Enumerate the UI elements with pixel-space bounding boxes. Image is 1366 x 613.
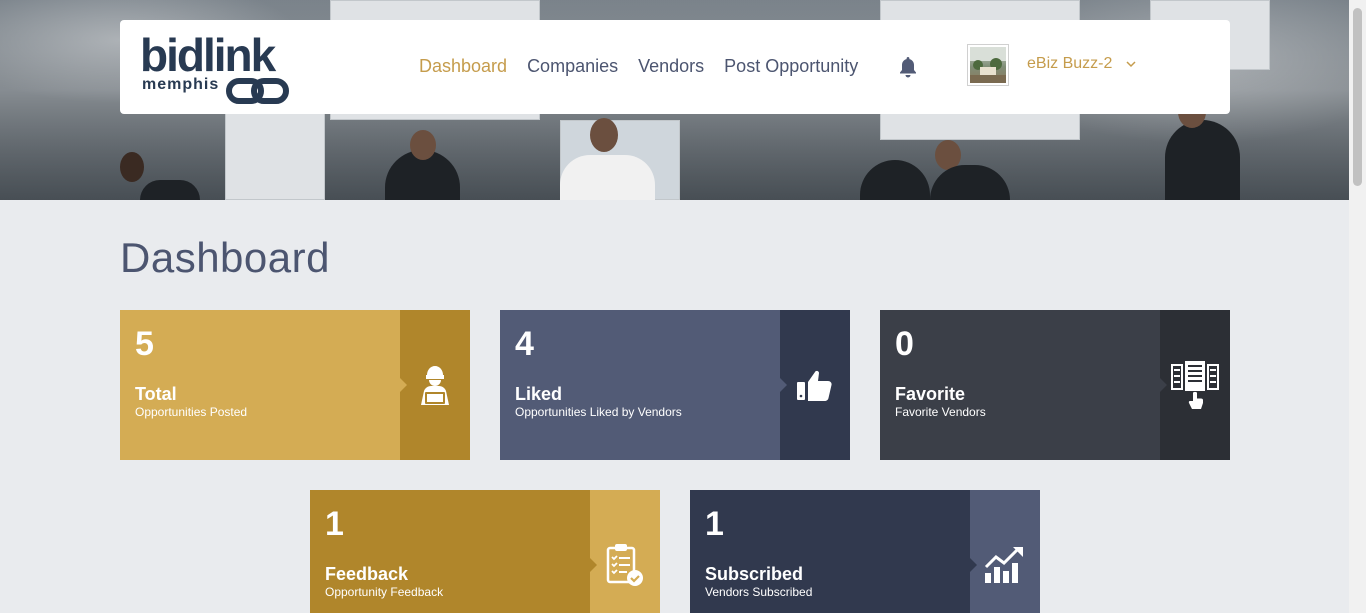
page-scrollbar[interactable] [1349, 0, 1366, 613]
stat-card-liked[interactable]: 4 Liked Opportunities Liked by Vendors [500, 310, 850, 460]
stat-card-feedback[interactable]: 1 Feedback Opportunity Feedback [310, 490, 660, 613]
stat-value: 5 [135, 325, 154, 363]
growth-chart-icon [984, 547, 1023, 583]
avatar[interactable] [967, 44, 1009, 86]
stat-label: Favorite [895, 384, 966, 404]
vendor-select-icon [1171, 361, 1219, 409]
stat-description: Opportunities Posted [135, 405, 248, 419]
user-laptop-icon [421, 366, 449, 405]
site-header: bidlink memphis Dashboard Companies Vend… [120, 20, 1230, 114]
stat-label: Liked [515, 384, 563, 404]
user-name[interactable]: eBiz Buzz-2 [1027, 54, 1112, 74]
stat-description: Opportunity Feedback [325, 585, 444, 599]
logo-subtitle: memphis [142, 76, 220, 93]
stat-card-subscribed[interactable]: 1 Subscribed Vendors Subscribed [690, 490, 1040, 613]
stat-description: Vendors Subscribed [705, 585, 813, 599]
chevron-down-icon[interactable] [1124, 57, 1138, 71]
stat-value: 1 [705, 505, 724, 543]
main-nav: Dashboard Companies Vendors Post Opportu… [419, 54, 858, 78]
clipboard-check-icon [606, 544, 643, 586]
nav-companies[interactable]: Companies [527, 54, 618, 78]
stat-label: Total [135, 384, 177, 404]
chain-link-icon [226, 78, 289, 104]
thumbs-up-icon [797, 370, 832, 401]
bell-icon[interactable] [898, 56, 918, 78]
nav-dashboard[interactable]: Dashboard [419, 54, 507, 78]
stat-description: Opportunities Liked by Vendors [515, 405, 682, 419]
stat-value: 4 [515, 325, 534, 363]
bidlink-logo[interactable]: bidlink memphis [140, 32, 290, 104]
nav-vendors[interactable]: Vendors [638, 54, 704, 78]
page-title: Dashboard [120, 234, 330, 281]
stat-value: 1 [325, 505, 344, 543]
nav-post-opportunity[interactable]: Post Opportunity [724, 54, 858, 78]
stat-description: Favorite Vendors [895, 405, 986, 419]
logo-wordmark: bidlink [140, 29, 276, 81]
stat-label: Subscribed [705, 564, 804, 584]
scrollbar-thumb[interactable] [1353, 8, 1362, 186]
stat-label: Feedback [325, 564, 409, 584]
stat-value: 0 [895, 325, 914, 363]
stat-card-favorite[interactable]: 0 Favorite Favorite Vendors [880, 310, 1230, 460]
stat-card-total[interactable]: 5 Total Opportunities Posted [120, 310, 470, 460]
